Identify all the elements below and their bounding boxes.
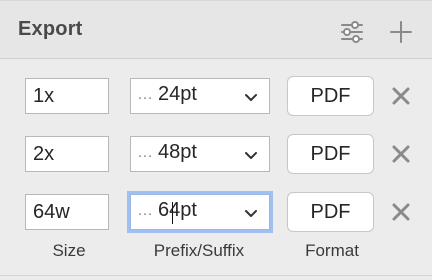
suffix-value: 64pt (158, 199, 197, 221)
prefix-suffix-field-focused[interactable]: … 64pt (130, 194, 270, 230)
export-header: Export (0, 1, 432, 59)
export-row: 64w … 64pt PDF (0, 191, 432, 235)
format-column-label: Format (305, 241, 359, 260)
chevron-down-icon[interactable] (243, 89, 259, 105)
size-column-label: Size (52, 241, 86, 260)
prefix-suffix-column-label: Prefix/Suffix (153, 241, 245, 260)
suffix-value: 48pt (158, 141, 197, 163)
suffix-value: 24pt (158, 83, 197, 105)
prefix-suffix-field[interactable]: … 24pt (130, 78, 270, 114)
format-button[interactable]: PDF (287, 76, 374, 116)
panel-title: Export (18, 18, 83, 40)
chevron-down-icon[interactable] (243, 147, 259, 163)
format-button[interactable]: PDF (287, 192, 374, 232)
export-panel: Export 1x … 24pt PDF 2x … 48pt PDF 64w …… (0, 0, 432, 280)
remove-row-icon[interactable] (390, 143, 412, 165)
size-input[interactable]: 2x (25, 136, 109, 172)
text-caret (172, 202, 173, 224)
plus-icon[interactable] (388, 19, 414, 45)
remove-row-icon[interactable] (390, 201, 412, 223)
chevron-down-icon[interactable] (243, 205, 259, 221)
prefix-indicator: … (137, 144, 154, 161)
export-row: 1x … 24pt PDF (0, 75, 432, 119)
size-input[interactable]: 1x (25, 78, 109, 114)
settings-sliders-icon[interactable] (339, 19, 365, 45)
prefix-indicator: … (137, 86, 154, 103)
remove-row-icon[interactable] (390, 85, 412, 107)
size-input[interactable]: 64w (25, 194, 109, 230)
format-button[interactable]: PDF (287, 134, 374, 174)
panel-bottom-divider (0, 275, 432, 276)
export-row: 2x … 48pt PDF (0, 133, 432, 177)
prefix-indicator: … (137, 202, 154, 219)
prefix-suffix-field[interactable]: … 48pt (130, 136, 270, 172)
